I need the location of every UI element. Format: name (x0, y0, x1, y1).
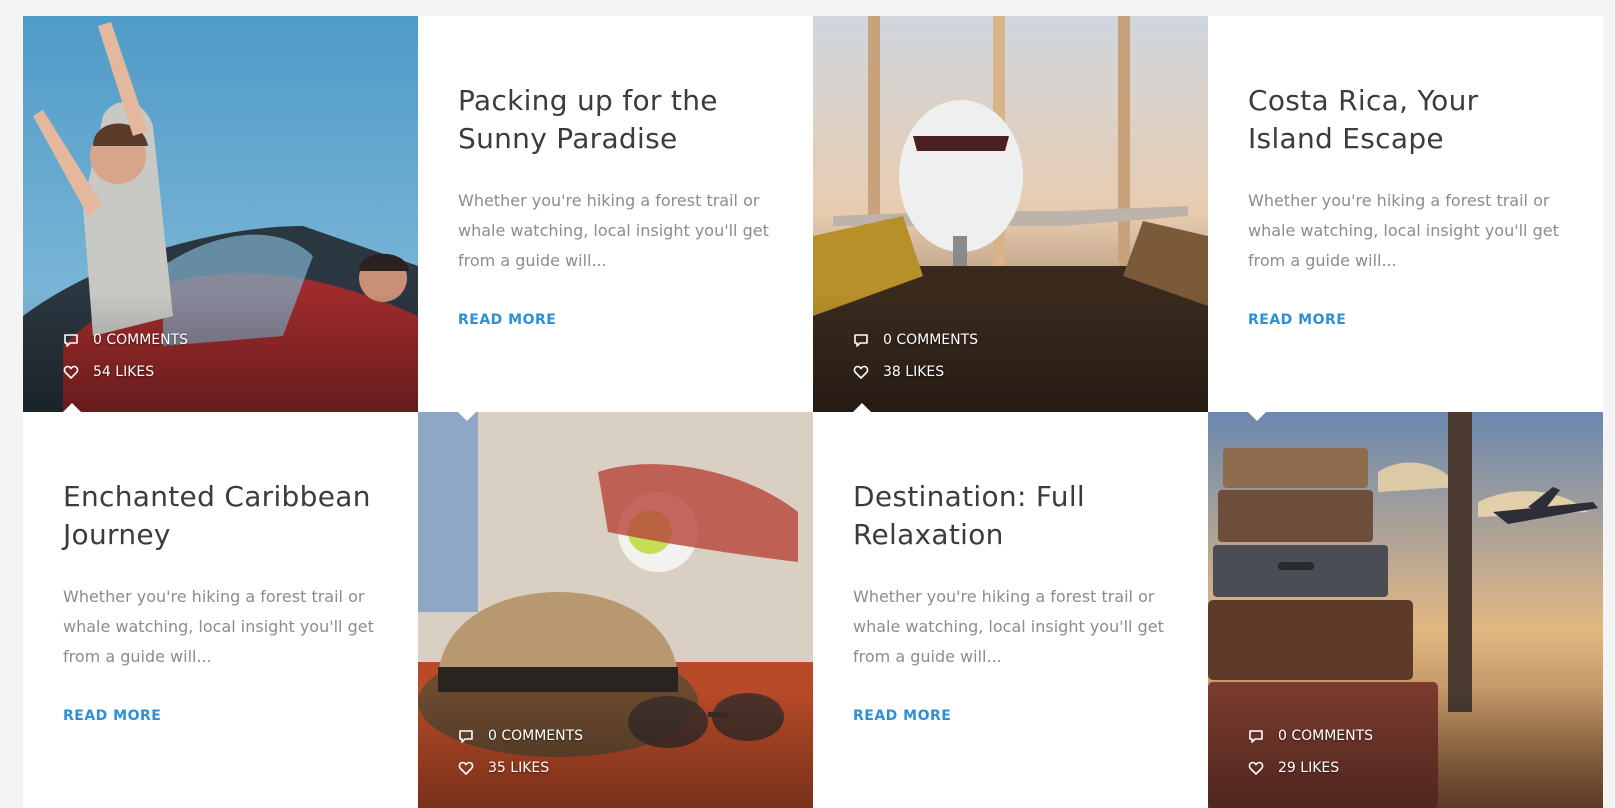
post-title[interactable]: Enchanted Caribbean Journey (63, 478, 378, 554)
post-title[interactable]: Packing up for the Sunny Paradise (458, 82, 773, 158)
likes-link[interactable]: 35 LIKES (458, 752, 583, 784)
post-excerpt: Whether you're hiking a forest trail or … (853, 587, 1164, 666)
comments-count: 0 COMMENTS (488, 728, 584, 744)
pointer-arrow (1248, 412, 1266, 421)
post-excerpt: Whether you're hiking a forest trail or … (63, 587, 374, 666)
heart-icon (1248, 761, 1264, 775)
likes-count: 35 LIKES (488, 760, 550, 776)
comments-count: 0 COMMENTS (93, 332, 189, 348)
likes-link[interactable]: 38 LIKES (853, 356, 978, 388)
blog-grid: 0 COMMENTS 54 LIKES Packing up for the S… (23, 16, 1603, 808)
pointer-arrow (458, 412, 476, 421)
read-more-link[interactable]: READ MORE (458, 312, 556, 328)
comments-link[interactable]: 0 COMMENTS (1248, 720, 1373, 752)
likes-link[interactable]: 29 LIKES (1248, 752, 1373, 784)
post-excerpt: Whether you're hiking a forest trail or … (458, 191, 769, 270)
comments-count: 0 COMMENTS (883, 332, 979, 348)
heart-icon (63, 365, 79, 379)
read-more-link[interactable]: READ MORE (853, 708, 951, 724)
likes-count: 38 LIKES (883, 364, 945, 380)
post-title[interactable]: Costa Rica, Your Island Escape (1248, 82, 1563, 158)
post-1-card: Packing up for the Sunny Paradise Whethe… (418, 16, 813, 412)
speech-bubble-icon (1249, 730, 1263, 743)
post-3-meta: 0 COMMENTS 35 LIKES (458, 720, 583, 784)
heart-icon (458, 761, 474, 775)
post-title[interactable]: Destination: Full Relaxation (853, 478, 1168, 554)
post-1-meta: 0 COMMENTS 54 LIKES (63, 324, 188, 388)
post-2-card: Costa Rica, Your Island Escape Whether y… (1208, 16, 1603, 412)
read-more-link[interactable]: READ MORE (1248, 312, 1346, 328)
comments-link[interactable]: 0 COMMENTS (853, 324, 978, 356)
post-1-image[interactable]: 0 COMMENTS 54 LIKES (23, 16, 418, 412)
post-4-meta: 0 COMMENTS 29 LIKES (1248, 720, 1373, 784)
speech-bubble-icon (64, 334, 78, 347)
comments-count: 0 COMMENTS (1278, 728, 1374, 744)
speech-bubble-icon (459, 730, 473, 743)
likes-count: 54 LIKES (93, 364, 155, 380)
post-4-card: Destination: Full Relaxation Whether you… (813, 412, 1208, 808)
post-2-image[interactable]: 0 COMMENTS 38 LIKES (813, 16, 1208, 412)
comments-link[interactable]: 0 COMMENTS (458, 720, 583, 752)
post-excerpt: Whether you're hiking a forest trail or … (1248, 191, 1559, 270)
pointer-arrow (63, 403, 81, 412)
likes-link[interactable]: 54 LIKES (63, 356, 188, 388)
heart-icon (853, 365, 869, 379)
post-2-meta: 0 COMMENTS 38 LIKES (853, 324, 978, 388)
comments-link[interactable]: 0 COMMENTS (63, 324, 188, 356)
post-3-image[interactable]: 0 COMMENTS 35 LIKES (418, 412, 813, 808)
read-more-link[interactable]: READ MORE (63, 708, 161, 724)
likes-count: 29 LIKES (1278, 760, 1340, 776)
pointer-arrow (853, 403, 871, 412)
post-4-image[interactable]: 0 COMMENTS 29 LIKES (1208, 412, 1603, 808)
speech-bubble-icon (854, 334, 868, 347)
post-3-card: Enchanted Caribbean Journey Whether you'… (23, 412, 418, 808)
